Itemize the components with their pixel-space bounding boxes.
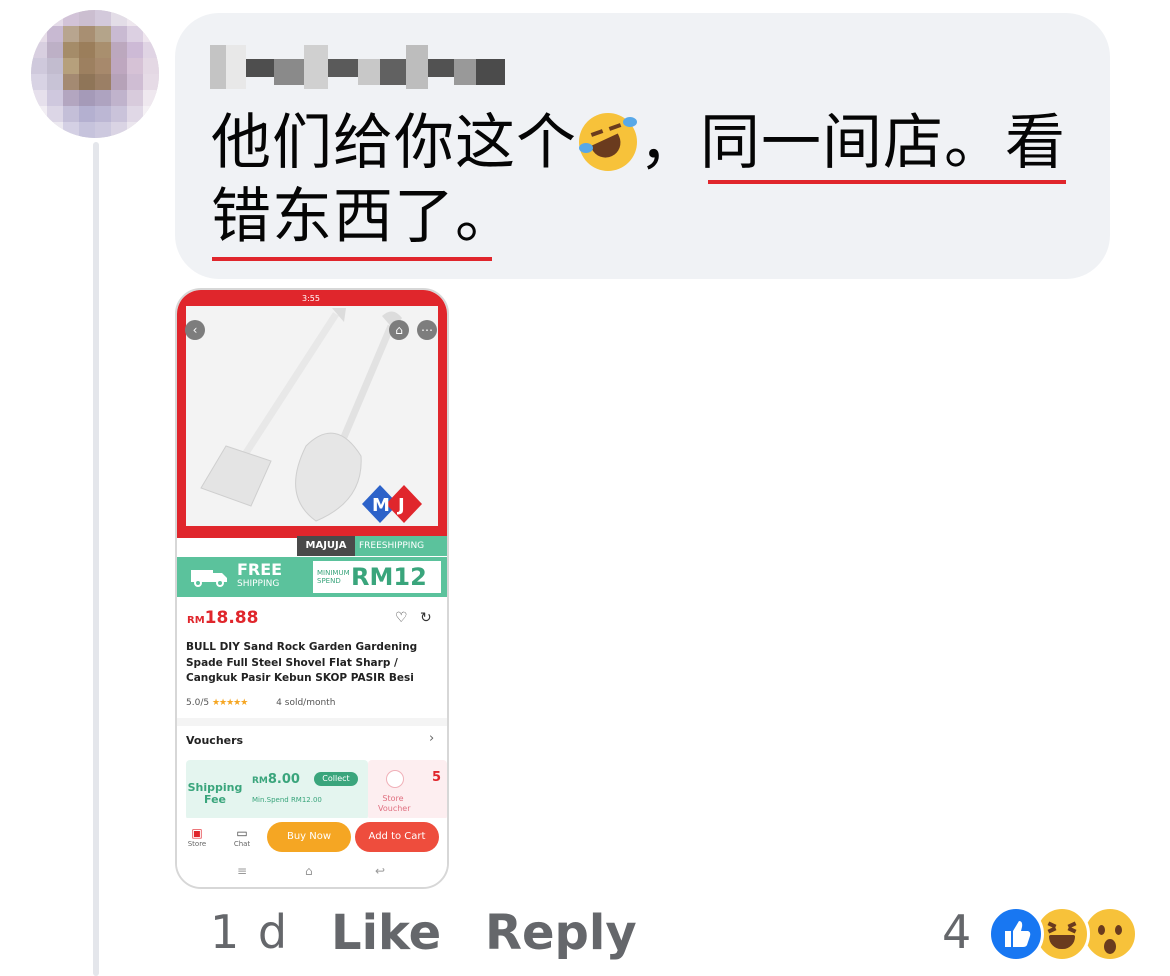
price-value: 18.88: [204, 608, 259, 628]
store-icon: ▣: [191, 826, 203, 840]
brand-strip: MAJUJA FREESHIPPING: [297, 536, 447, 556]
rating-stars: ★★★★★: [211, 698, 248, 708]
voucher-store[interactable]: Store Voucher 5: [368, 760, 447, 820]
home-icon[interactable]: ⌂: [305, 864, 313, 878]
brand-tag: MAJUJA: [297, 536, 355, 556]
comment-text-line2: 错东西了。: [211, 182, 516, 252]
buy-now-button[interactable]: Buy Now: [267, 822, 351, 852]
more-icon[interactable]: ⋯: [417, 320, 437, 340]
underline-mark-2: [212, 257, 492, 261]
heart-icon[interactable]: ♡: [395, 610, 408, 626]
banner-shipping: SHIPPING: [237, 579, 280, 589]
menu-icon[interactable]: ≡: [237, 864, 247, 878]
voucher1-min: Min.Spend RM12.00: [252, 796, 322, 804]
store-voucher-icon: [386, 770, 404, 788]
collect-button[interactable]: Collect: [314, 772, 358, 786]
banner-min-spend: MINIMUM SPEND: [317, 569, 350, 585]
like-button[interactable]: Like: [331, 905, 441, 961]
rating-row: 5.0/5 ★★★★★ 4 sold/month: [186, 698, 335, 708]
back-icon[interactable]: ‹: [185, 320, 205, 340]
share-icon[interactable]: ↻: [420, 610, 432, 626]
underline-mark-1: [708, 180, 1066, 184]
back-nav-icon[interactable]: ↩: [375, 864, 385, 878]
android-nav-bar: ≡ ⌂ ↩: [177, 858, 447, 887]
chat-icon: ▭: [236, 826, 248, 840]
reply-button[interactable]: Reply: [485, 905, 637, 961]
voucher-shipping[interactable]: Shipping Fee RM8.00 Collect Min.Spend RM…: [186, 760, 368, 820]
voucher1-type: Shipping Fee: [187, 781, 243, 806]
voucher2-amount: 5: [432, 770, 442, 785]
status-bar: 3:55: [177, 290, 447, 308]
store-button[interactable]: ▣ Store: [185, 826, 209, 848]
cart-icon[interactable]: ⌂: [389, 320, 409, 340]
attached-screenshot[interactable]: ‹ ⌂ ⋯ M J 3:55 MAJUJA FREESHIPPING FREE S…: [175, 288, 449, 889]
vouchers-label[interactable]: Vouchers: [186, 734, 243, 747]
reaction-count[interactable]: 4: [942, 905, 971, 959]
svg-text:M: M: [372, 495, 390, 516]
free-shipping-tag: FREESHIPPING: [355, 536, 447, 556]
banner-amount: RM12: [351, 563, 427, 591]
voucher2-type: Store Voucher: [378, 794, 411, 813]
product-image: ‹ ⌂ ⋯ M J: [177, 290, 447, 538]
price-currency: RM: [187, 615, 205, 626]
sold-count: 4 sold/month: [276, 698, 336, 708]
price: RM18.88: [187, 608, 258, 628]
divider: [177, 718, 447, 726]
rating-value: 5.0/5: [186, 698, 210, 708]
svg-text:J: J: [396, 495, 405, 516]
like-icon[interactable]: [988, 906, 1044, 962]
wow-icon[interactable]: [1082, 906, 1138, 962]
avatar[interactable]: [31, 10, 159, 138]
comment-time[interactable]: 1 d: [210, 905, 289, 959]
truck-icon: [191, 570, 227, 587]
rolling-on-floor-laughing-icon: [579, 113, 637, 171]
comment-text-part2: ，同一间店。看: [639, 108, 1066, 178]
author-name-redacted[interactable]: [210, 45, 505, 89]
comment-text-part1: 他们给你这个: [211, 108, 577, 178]
product-title: BULL DIY Sand Rock Garden Gardening Spad…: [186, 641, 418, 684]
chevron-right-icon[interactable]: ›: [429, 731, 434, 746]
add-to-cart-button[interactable]: Add to Cart: [355, 822, 439, 852]
mj-logo-icon: M J: [362, 485, 422, 523]
free-shipping-banner: FREE SHIPPING MINIMUM SPEND RM12: [177, 557, 447, 597]
chat-button[interactable]: ▭ Chat: [230, 826, 254, 848]
voucher1-amount: RM8.00: [252, 772, 300, 787]
status-time: 3:55: [302, 294, 320, 303]
bottom-action-bar: ▣ Store ▭ Chat Buy Now Add to Cart: [177, 818, 447, 858]
thread-line: [93, 142, 99, 976]
